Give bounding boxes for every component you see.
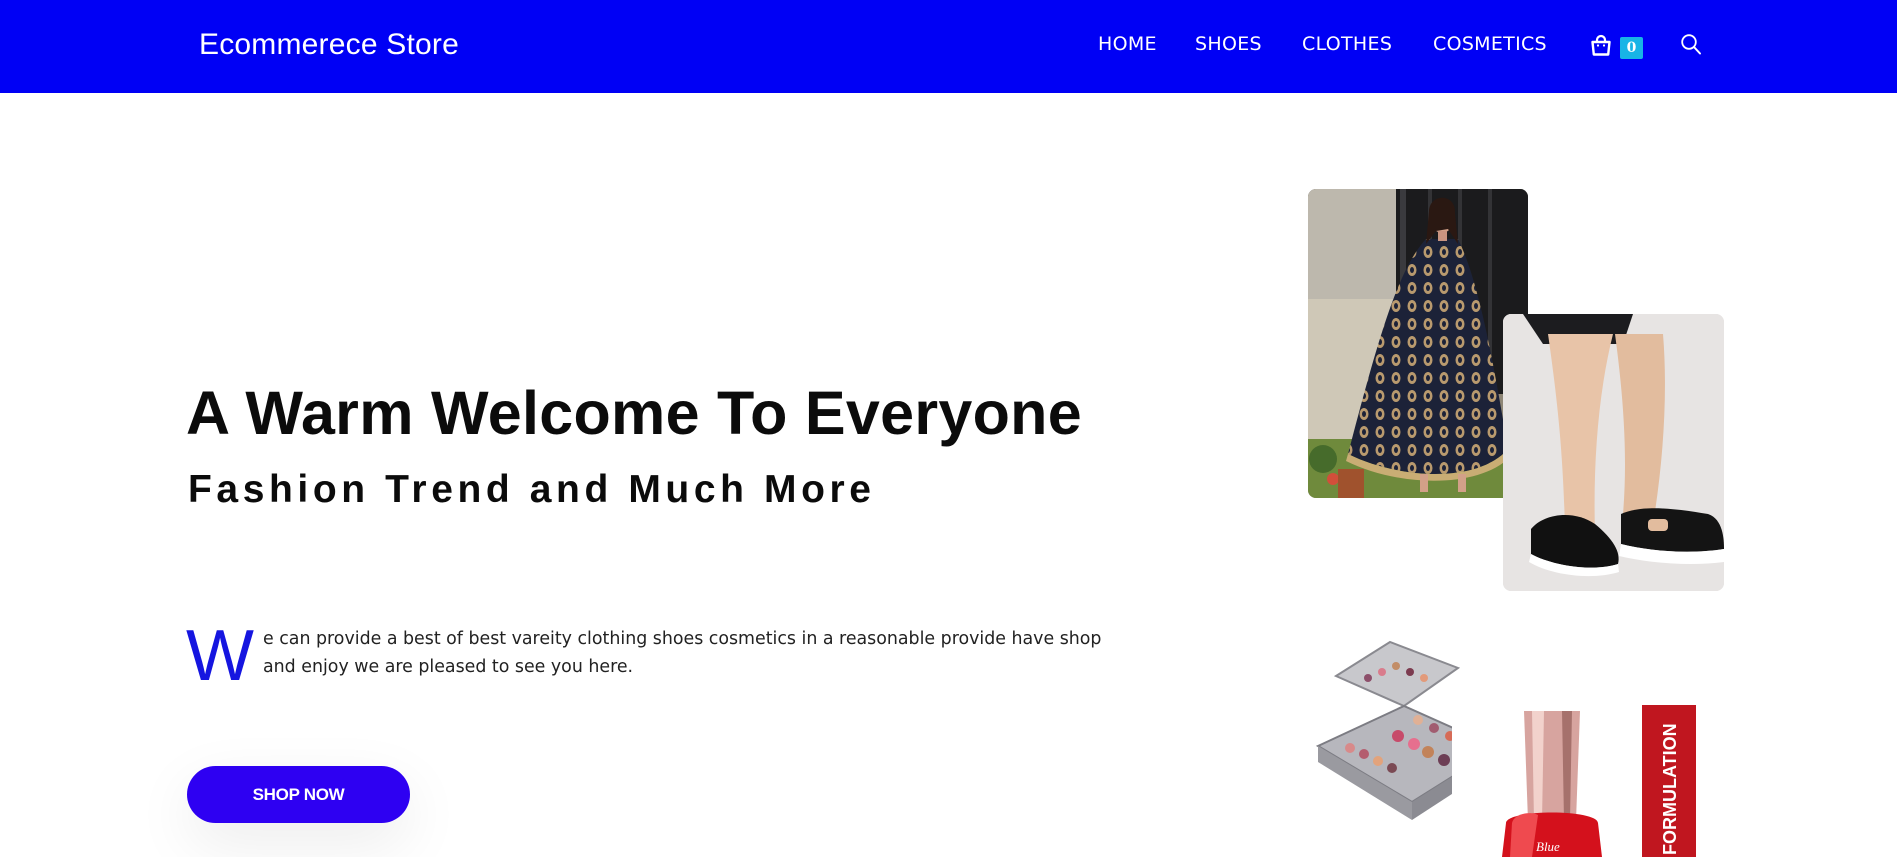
dress-photo — [1308, 189, 1528, 498]
nav-shoes[interactable]: SHOES — [1195, 33, 1262, 55]
dropcap-letter: W — [186, 616, 254, 696]
polish-box-label: FORMULATION — [1660, 723, 1680, 855]
hero-subtitle: Fashion Trend and Much More — [188, 468, 876, 511]
shoes-photo — [1503, 314, 1724, 591]
shop-now-button[interactable]: SHOP NOW — [187, 766, 410, 823]
hero-title: A Warm Welcome To Everyone — [186, 379, 1082, 447]
polish-brand-label: Blue — [1536, 839, 1560, 854]
site-header: Ecommerece Store HOME SHOES CLOTHES COSM… — [0, 0, 1897, 93]
cart-count-badge: 0 — [1620, 37, 1643, 59]
site-logo[interactable]: Ecommerece Store — [199, 28, 459, 62]
hero-description: e can provide a best of best vareity clo… — [263, 629, 1102, 677]
search-icon[interactable] — [1680, 33, 1702, 57]
nav-clothes[interactable]: CLOTHES — [1302, 33, 1392, 55]
nav-cosmetics[interactable]: COSMETICS — [1433, 33, 1547, 55]
nail-polish-photo: FORMULATION Blue — [1452, 703, 1702, 857]
nav-home[interactable]: HOME — [1098, 33, 1157, 55]
shopping-bag-icon — [1591, 34, 1611, 56]
cart-button[interactable]: 0 — [1590, 32, 1646, 62]
